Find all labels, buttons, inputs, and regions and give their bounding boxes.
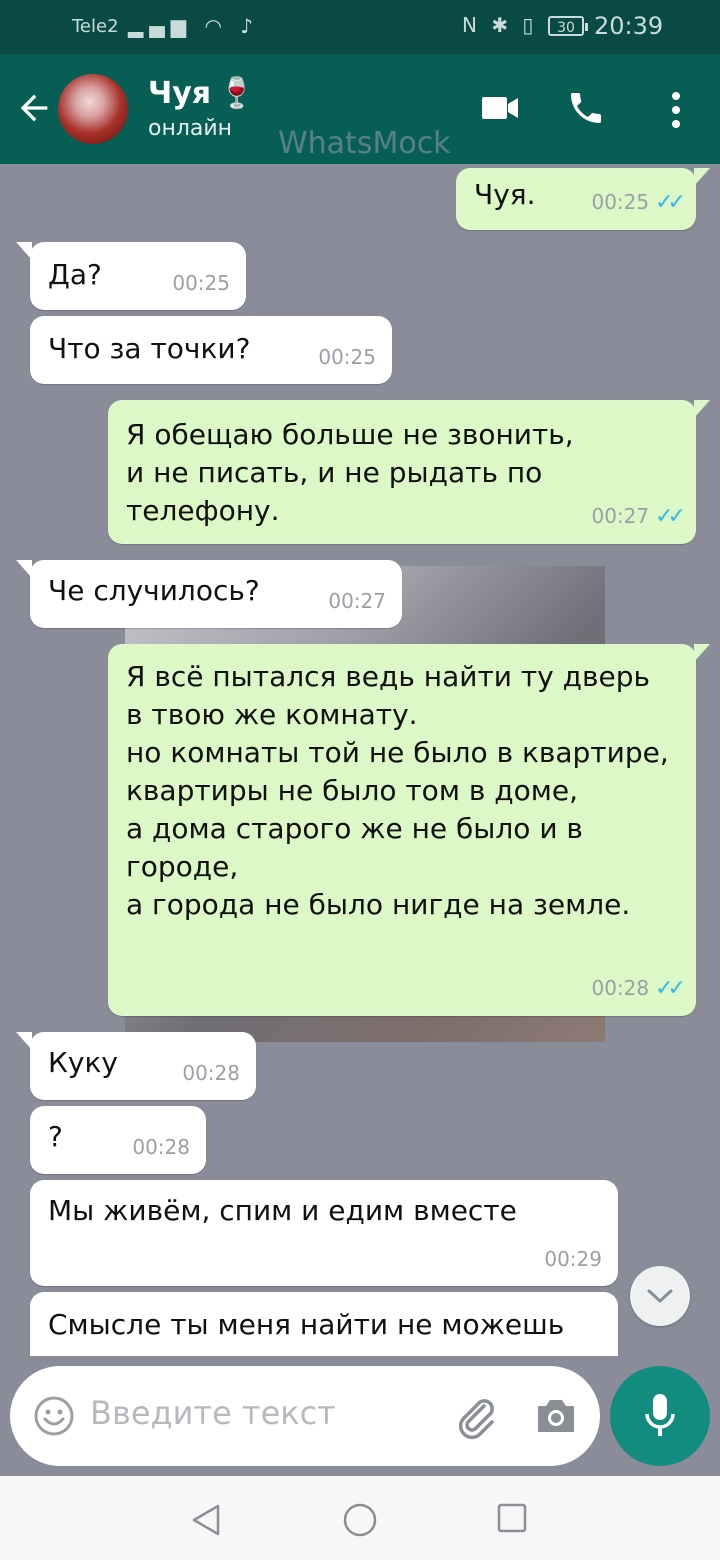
message-time: 00:28 xyxy=(132,1135,190,1159)
message-bubble-incoming[interactable]: Что за точки? 00:25 xyxy=(30,316,392,384)
message-text: Что за точки? xyxy=(48,332,251,365)
message-time: 00:27 xyxy=(591,504,650,528)
double-check-icon: ✓✓ xyxy=(655,504,686,529)
message-text: Да? xyxy=(48,258,102,291)
signal-wifi-icons: ▂▄▆ ◠ ♪ xyxy=(128,14,260,38)
nav-back-icon[interactable] xyxy=(188,1502,224,1538)
message-text: Че случилось? xyxy=(48,574,260,607)
message-bubble-outgoing[interactable]: Я обещаю больше не звонить, и не писать,… xyxy=(108,400,710,544)
more-vert-icon[interactable] xyxy=(664,90,688,130)
watermark: WhatsMock xyxy=(278,126,451,161)
message-bubble-incoming[interactable]: Смысле ты меня найти не можешь xyxy=(30,1292,618,1356)
message-text: Смысле ты меня найти не можешь xyxy=(48,1308,565,1341)
double-check-icon: ✓✓ xyxy=(655,190,686,215)
message-time: 00:25 xyxy=(318,345,376,369)
message-text: Мы живём, спим и едим вместе xyxy=(48,1194,517,1227)
wine-glass-icon: 🍷 xyxy=(218,76,256,111)
message-text: Чуя. xyxy=(474,178,536,211)
nav-home-icon[interactable] xyxy=(342,1502,378,1538)
message-input[interactable]: Введите текст xyxy=(90,1394,336,1432)
video-camera-icon[interactable] xyxy=(480,94,520,122)
message-bubble-outgoing[interactable]: Я всё пытался ведь найти ту дверь в твою… xyxy=(108,644,710,1016)
arrow-left-icon[interactable] xyxy=(14,88,54,128)
message-bubble-outgoing[interactable]: Чуя. 00:25 ✓✓ xyxy=(456,168,710,230)
message-text: Я обещаю больше не звонить, и не писать,… xyxy=(126,418,574,527)
microphone-icon xyxy=(645,1394,675,1436)
message-bubble-incoming[interactable]: Куку 00:28 xyxy=(16,1032,256,1100)
battery-icon: 30 xyxy=(548,16,588,36)
message-bubble-incoming[interactable]: Да? 00:25 xyxy=(16,242,246,310)
message-time: 00:25 xyxy=(591,190,650,214)
message-text: Куку xyxy=(48,1046,118,1079)
contact-status: онлайн xyxy=(148,116,233,141)
emoji-icon[interactable] xyxy=(34,1396,74,1436)
contact-name[interactable]: Чуя xyxy=(148,76,211,111)
status-time: 20:39 xyxy=(594,12,664,40)
camera-icon[interactable] xyxy=(534,1396,578,1436)
message-time: 00:28 xyxy=(182,1061,240,1085)
voice-record-button[interactable] xyxy=(610,1366,710,1466)
message-meta: 00:28 ✓✓ xyxy=(591,969,686,1008)
message-time: 00:25 xyxy=(172,271,230,295)
message-time: 00:28 xyxy=(591,976,650,1000)
message-bubble-incoming[interactable]: Мы живём, спим и едим вместе 00:29 xyxy=(30,1180,618,1286)
carrier-label: Tele2 xyxy=(72,16,119,37)
system-navigation-bar xyxy=(0,1476,720,1560)
message-time: 00:27 xyxy=(328,589,386,613)
message-meta: 00:25 ✓✓ xyxy=(591,183,686,222)
nfc-bluetooth-vibrate-icons: N ✱ ▯ xyxy=(462,13,538,37)
message-time: 00:29 xyxy=(544,1247,602,1271)
scroll-to-bottom-button[interactable] xyxy=(630,1266,690,1326)
message-bubble-incoming[interactable]: ? 00:28 xyxy=(30,1106,206,1174)
message-text: ? xyxy=(48,1120,63,1153)
avatar[interactable] xyxy=(58,74,128,144)
status-bar: Tele2 ▂▄▆ ◠ ♪ N ✱ ▯ 30 20:39 xyxy=(0,0,720,54)
phone-icon[interactable] xyxy=(566,88,606,128)
double-check-icon: ✓✓ xyxy=(655,976,686,1001)
message-text: Я всё пытался ведь найти ту дверь в твою… xyxy=(126,660,669,921)
nav-recent-apps-icon[interactable] xyxy=(496,1502,528,1534)
message-input-bar[interactable]: Введите текст xyxy=(10,1366,600,1466)
chevron-down-icon xyxy=(647,1289,673,1303)
message-meta: 00:27 ✓✓ xyxy=(591,497,686,536)
paperclip-icon[interactable] xyxy=(454,1394,500,1440)
message-bubble-incoming[interactable]: Че случилось? 00:27 xyxy=(16,560,402,628)
chat-area[interactable]: Чуя. 00:25 ✓✓ Да? 00:25 Что за точки? 00:… xyxy=(0,164,720,1356)
